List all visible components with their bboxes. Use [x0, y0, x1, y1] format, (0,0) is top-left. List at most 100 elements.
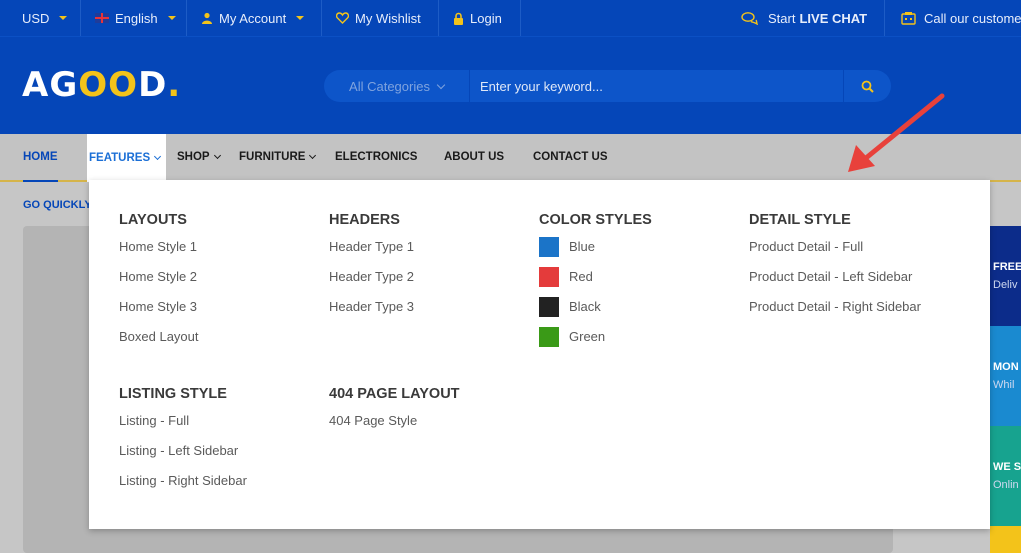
service-title: WE S — [993, 461, 1021, 473]
category-dropdown[interactable]: All Categories — [324, 70, 470, 102]
color-option-green[interactable]: Green — [539, 322, 652, 352]
chevron-down-icon — [154, 152, 162, 161]
user-icon — [202, 12, 212, 24]
color-swatch — [539, 327, 559, 347]
service-title: FREE — [993, 261, 1021, 273]
uk-flag-icon — [95, 13, 109, 23]
color-label: Black — [569, 299, 601, 314]
live-chat-strong: LIVE CHAT — [799, 10, 868, 26]
divider — [884, 0, 885, 36]
nav-contact[interactable]: CONTACT US — [533, 134, 608, 180]
color-label: Blue — [569, 239, 596, 254]
chevron-down-icon — [309, 151, 317, 160]
nav-features[interactable]: FEATURES — [87, 134, 167, 182]
call-label: Call our custome — [924, 10, 1021, 26]
search-button[interactable] — [843, 70, 891, 102]
column-heading: DETAIL STYLE — [749, 212, 851, 228]
service-subtitle: Deliv — [993, 279, 1018, 291]
menu-link[interactable]: Header Type 3 — [329, 292, 414, 322]
service-subtitle: Whil — [993, 379, 1015, 391]
menu-column-listing-style: LISTING STYLE Listing - Full Listing - L… — [119, 382, 247, 496]
live-chat-link[interactable]: Start LIVE CHAT — [741, 0, 867, 36]
currency-selector[interactable]: USD — [22, 0, 68, 36]
chevron-down-icon — [167, 16, 176, 20]
search-icon — [861, 80, 874, 93]
service-title: MON — [993, 361, 1019, 373]
nav-about[interactable]: ABOUT US — [444, 134, 504, 180]
menu-link[interactable]: Product Detail - Left Sidebar — [749, 262, 921, 292]
divider — [438, 0, 439, 36]
color-swatch — [539, 237, 559, 257]
heart-icon — [336, 12, 349, 24]
nav-about-label: ABOUT US — [444, 151, 505, 163]
menu-link[interactable]: Home Style 1 — [119, 232, 199, 262]
nav-electronics[interactable]: ELECTRONICS — [335, 134, 417, 180]
live-chat-prefix: Start — [768, 10, 796, 26]
menu-link[interactable]: 404 Page Style — [329, 406, 460, 436]
divider — [80, 0, 81, 36]
menu-link[interactable]: Listing - Left Sidebar — [119, 436, 247, 466]
lock-icon — [454, 12, 463, 25]
chevron-down-icon — [59, 16, 68, 20]
search-bar: All Categories — [324, 70, 891, 102]
menu-link[interactable]: Home Style 3 — [119, 292, 199, 322]
color-option-blue[interactable]: Blue — [539, 232, 652, 262]
menu-link[interactable]: Header Type 2 — [329, 262, 414, 292]
logo-letter: G — [49, 65, 79, 105]
nav-contact-label: CONTACT US — [533, 151, 608, 163]
nav-furniture[interactable]: FURNITURE — [239, 134, 317, 180]
logo-letters-accent: OO — [78, 65, 139, 105]
chevron-down-icon — [296, 16, 305, 20]
service-subtitle: Onlin — [993, 479, 1019, 491]
logo-dot: . — [167, 65, 182, 105]
divider — [520, 0, 521, 36]
nav-features-label: FEATURES — [89, 152, 151, 164]
nav-shop[interactable]: SHOP — [177, 134, 221, 180]
column-heading: LAYOUTS — [119, 212, 187, 228]
language-selector[interactable]: English — [95, 0, 176, 36]
menu-link[interactable]: Home Style 2 — [119, 262, 199, 292]
color-option-red[interactable]: Red — [539, 262, 652, 292]
nav-home[interactable]: HOME — [23, 134, 58, 182]
wishlist-label: My Wishlist — [355, 10, 421, 26]
main-nav: HOME FEATURES SHOP FURNITURE ELECTRONICS… — [0, 134, 1021, 182]
site-header: AGOOD. All Categories — [0, 36, 1021, 134]
divider — [321, 0, 322, 36]
top-bar: USD English My Account My Wishlist Login… — [0, 0, 1021, 36]
service-card-extra — [990, 526, 1021, 553]
color-label: Red — [569, 269, 593, 284]
column-heading: 404 PAGE LAYOUT — [329, 386, 460, 402]
menu-column-404-page: 404 PAGE LAYOUT 404 Page Style — [329, 382, 460, 436]
menu-column-layouts: LAYOUTS Home Style 1 Home Style 2 Home S… — [119, 208, 199, 352]
chevron-down-icon — [436, 80, 446, 89]
chat-icon — [741, 11, 758, 25]
color-option-black[interactable]: Black — [539, 292, 652, 322]
menu-link[interactable]: Product Detail - Right Sidebar — [749, 292, 921, 322]
login-label: Login — [470, 10, 502, 26]
menu-column-detail-style: DETAIL STYLE Product Detail - Full Produ… — [749, 208, 921, 322]
call-info: Call our custome — [901, 0, 1021, 36]
menu-link[interactable]: Product Detail - Full — [749, 232, 921, 262]
account-label: My Account — [219, 10, 287, 26]
logo-letter: A — [22, 65, 50, 105]
column-heading: LISTING STYLE — [119, 386, 227, 402]
site-logo[interactable]: AGOOD. — [22, 65, 181, 105]
menu-link[interactable]: Listing - Right Sidebar — [119, 466, 247, 496]
color-label: Green — [569, 329, 606, 344]
service-card-support: WE S Onlin — [990, 426, 1021, 526]
menu-link[interactable]: Boxed Layout — [119, 322, 199, 352]
nav-home-label: HOME — [23, 151, 58, 163]
logo-letter: D — [138, 65, 168, 105]
menu-column-color-styles: COLOR STYLES Blue Red Black Green — [539, 208, 652, 352]
features-mega-menu: LAYOUTS Home Style 1 Home Style 2 Home S… — [89, 180, 990, 529]
menu-link[interactable]: Listing - Full — [119, 406, 247, 436]
search-input[interactable] — [470, 70, 843, 102]
menu-link[interactable]: Header Type 1 — [329, 232, 414, 262]
account-menu[interactable]: My Account — [201, 0, 305, 36]
color-swatch — [539, 297, 559, 317]
column-heading: COLOR STYLES — [539, 212, 652, 228]
wishlist-link[interactable]: My Wishlist — [336, 0, 421, 36]
go-quickly-heading: GO QUICKLY — [23, 199, 92, 211]
login-link[interactable]: Login — [453, 0, 502, 36]
phone-icon — [901, 12, 916, 25]
